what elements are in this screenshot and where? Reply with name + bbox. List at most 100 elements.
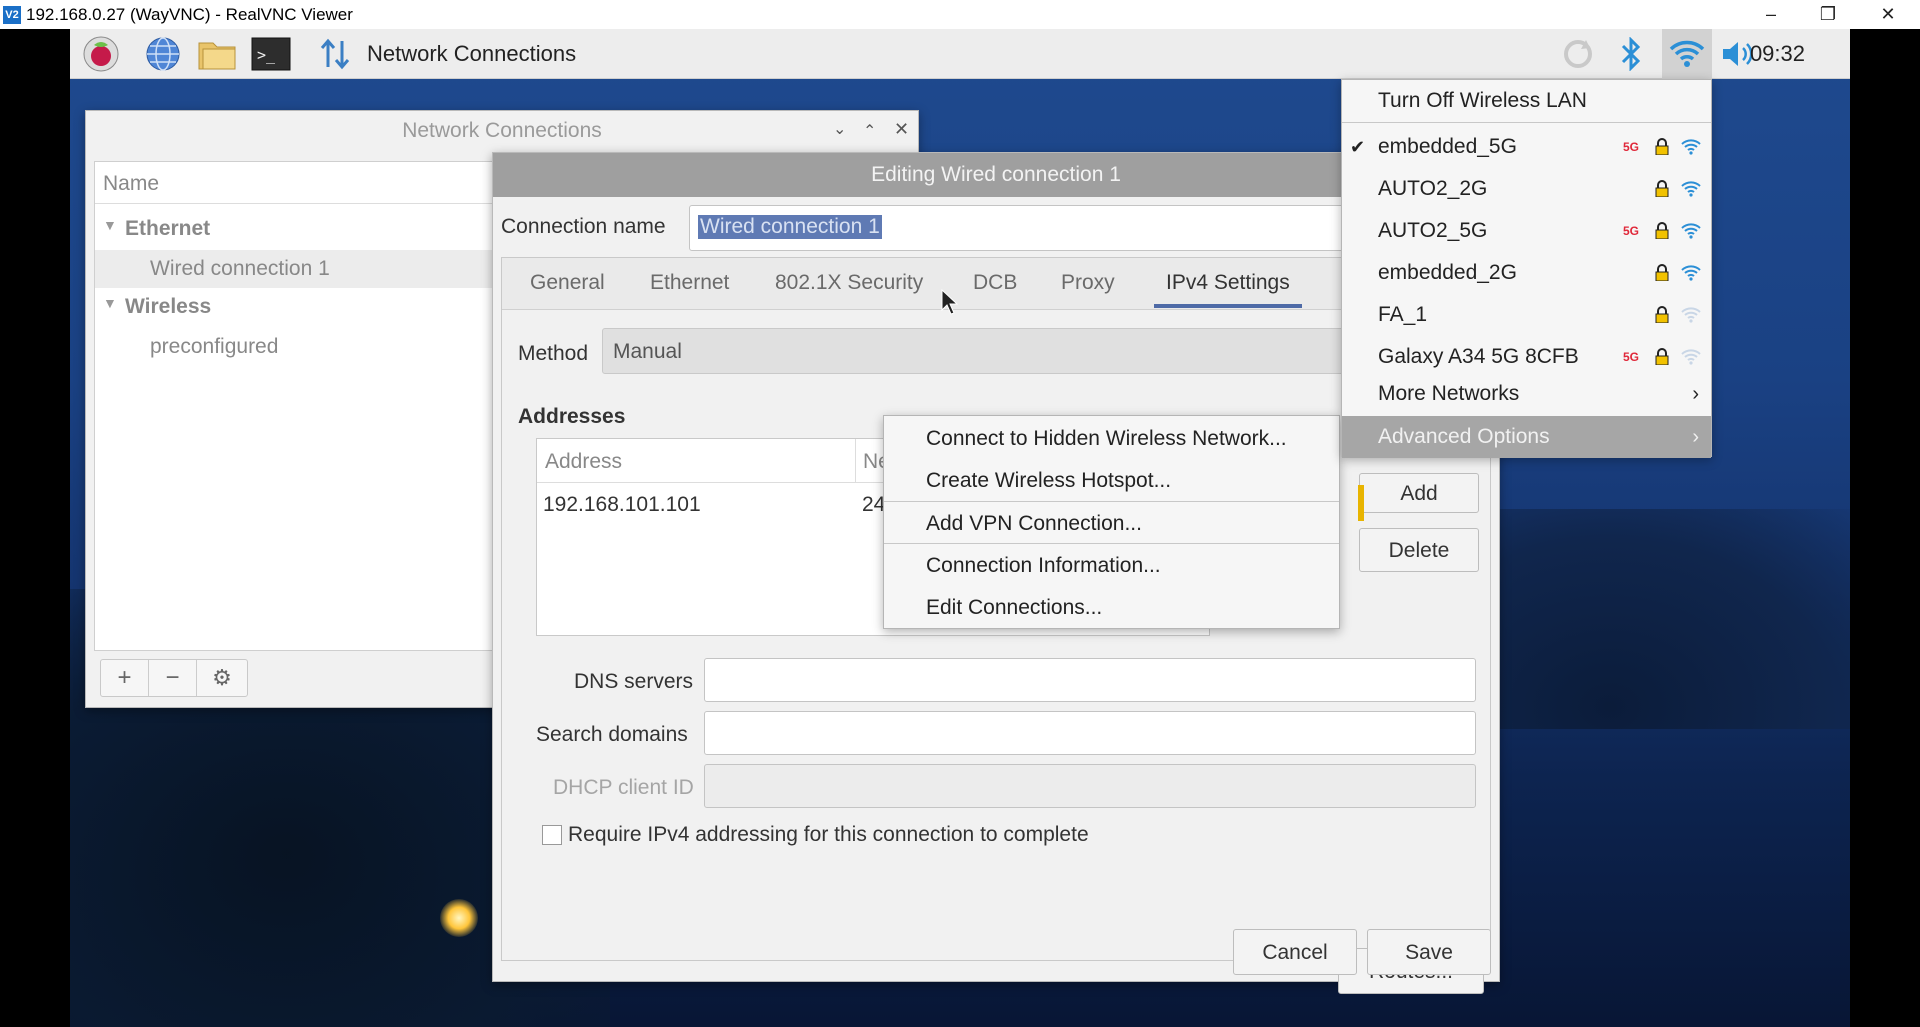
lock-icon xyxy=(1655,138,1669,155)
group-label: Wireless xyxy=(125,295,212,318)
tab-proxy[interactable]: Proxy xyxy=(1061,258,1115,308)
list-toolbar: + − ⚙ xyxy=(100,659,248,697)
network-item[interactable]: AUTO2_2G xyxy=(1342,168,1711,210)
more-networks-item[interactable]: More Networks › xyxy=(1342,373,1711,415)
wifi-signal-icon xyxy=(1681,307,1701,323)
chevron-up-icon[interactable]: ⌃ xyxy=(863,121,876,141)
dns-servers-field[interactable] xyxy=(704,658,1476,702)
turn-off-wifi-item[interactable]: Turn Off Wireless LAN xyxy=(1342,80,1711,122)
nc-window-title: Network Connections xyxy=(402,119,602,142)
name-column-header[interactable]: Name xyxy=(103,172,159,196)
connection-info-item[interactable]: Connection Information... xyxy=(884,545,1339,587)
wifi-signal-icon xyxy=(1681,181,1701,197)
lock-icon xyxy=(1655,306,1669,323)
tab-ethernet[interactable]: Ethernet xyxy=(650,258,729,308)
network-item[interactable]: Galaxy A34 5G 8CFB 5G xyxy=(1342,336,1711,378)
netmask-cell[interactable]: 24 xyxy=(862,493,885,517)
chevron-right-icon: › xyxy=(1692,426,1699,448)
cancel-button[interactable]: Cancel xyxy=(1233,929,1357,975)
address-cell[interactable]: 192.168.101.101 xyxy=(543,493,701,517)
remove-icon[interactable]: − xyxy=(149,660,197,696)
wifi-tray-icon[interactable] xyxy=(1662,29,1712,79)
wifi-menu: Turn Off Wireless LAN ✔ embedded_5G 5G AUTO… xyxy=(1341,79,1712,458)
file-manager-folder-icon[interactable] xyxy=(196,34,238,74)
taskbar: >_ Network Connections 09:32 xyxy=(70,29,1850,79)
gear-icon[interactable]: ⚙ xyxy=(197,660,247,696)
add-button-container: Add xyxy=(1359,473,1479,513)
bluetooth-icon[interactable] xyxy=(1610,34,1652,74)
create-hotspot-item[interactable]: Create Wireless Hotspot... xyxy=(884,460,1339,502)
wifi-signal-icon xyxy=(1681,265,1701,281)
lock-icon xyxy=(1655,222,1669,239)
band-badge: 5G xyxy=(1622,350,1639,364)
connection-name-label: Connection name xyxy=(501,215,666,238)
network-name: AUTO2_2G xyxy=(1378,177,1488,200)
search-domains-field[interactable] xyxy=(704,711,1476,755)
wifi-signal-icon xyxy=(1681,349,1701,365)
method-value: Manual xyxy=(613,340,682,363)
delete-button[interactable]: Delete xyxy=(1359,528,1479,572)
list-item-label: Wired connection 1 xyxy=(150,257,330,280)
taskbar-active-app-title[interactable]: Network Connections xyxy=(367,41,576,67)
advanced-options-label: Advanced Options xyxy=(1378,425,1550,448)
address-column-header[interactable]: Address xyxy=(545,450,622,474)
vnc-title-bar: V2 192.168.0.27 (WayVNC) - RealVNC Viewe… xyxy=(0,0,1920,29)
close-icon[interactable]: ✕ xyxy=(894,119,909,140)
dhcp-client-id-label: DHCP client ID xyxy=(553,776,694,799)
save-button[interactable]: Save xyxy=(1367,929,1491,975)
connection-name-value: Wired connection 1 xyxy=(698,215,882,239)
edit-connections-item[interactable]: Edit Connections... xyxy=(884,587,1339,629)
svg-text:>_: >_ xyxy=(257,46,276,64)
dns-servers-label: DNS servers xyxy=(574,670,694,693)
network-item[interactable]: ✔ embedded_5G 5G xyxy=(1342,126,1711,168)
yellow-marker xyxy=(1358,485,1364,521)
raspberry-menu-icon[interactable] xyxy=(80,34,122,74)
network-name: embedded_5G xyxy=(1378,135,1517,158)
minimize-icon[interactable]: – xyxy=(1743,0,1799,29)
lock-icon xyxy=(1655,264,1669,281)
checkmark-icon: ✔ xyxy=(1350,137,1366,157)
tab-ipv4-settings[interactable]: IPv4 Settings xyxy=(1154,258,1302,308)
network-name: embedded_2G xyxy=(1378,261,1517,284)
network-name: Galaxy A34 5G 8CFB xyxy=(1378,345,1579,368)
mouse-cursor-icon xyxy=(941,289,959,315)
updater-sync-icon[interactable] xyxy=(1557,34,1599,74)
tab-8021x-security[interactable]: 802.1X Security xyxy=(775,258,923,308)
require-ipv4-checkbox[interactable] xyxy=(542,825,562,845)
search-domains-label: Search domains xyxy=(536,723,688,746)
network-name: FA_1 xyxy=(1378,303,1428,326)
dhcp-client-id-field xyxy=(704,764,1476,808)
chevron-down-icon[interactable]: ⌄ xyxy=(833,119,846,139)
close-icon[interactable]: ✕ xyxy=(1860,0,1916,29)
add-button[interactable]: Add xyxy=(1359,473,1479,513)
network-name: AUTO2_5G xyxy=(1378,219,1488,242)
group-label: Ethernet xyxy=(125,217,211,240)
addresses-label: Addresses xyxy=(518,405,626,428)
add-vpn-item[interactable]: Add VPN Connection... xyxy=(884,503,1339,545)
more-networks-label: More Networks xyxy=(1378,382,1520,405)
lock-icon xyxy=(1655,180,1669,197)
network-item[interactable]: embedded_2G xyxy=(1342,252,1711,294)
restore-icon[interactable]: ❐ xyxy=(1800,0,1856,29)
vnc-window-title: 192.168.0.27 (WayVNC) - RealVNC Viewer xyxy=(26,5,353,24)
tab-dcb[interactable]: DCB xyxy=(973,258,1017,308)
method-label: Method xyxy=(518,342,589,365)
network-connections-arrows-icon[interactable] xyxy=(314,34,356,74)
add-icon[interactable]: + xyxy=(101,660,149,696)
lock-icon xyxy=(1655,348,1669,365)
clock[interactable]: 09:32 xyxy=(1750,41,1805,67)
band-badge: 5G xyxy=(1622,140,1639,154)
network-item[interactable]: FA_1 xyxy=(1342,294,1711,336)
expander-triangle-icon[interactable]: ▼ xyxy=(103,217,117,233)
tab-general[interactable]: General xyxy=(530,258,605,308)
advanced-options-item[interactable]: Advanced Options › xyxy=(1342,416,1711,458)
require-ipv4-label[interactable]: Require IPv4 addressing for this connect… xyxy=(568,823,1089,847)
realvnc-icon: V2 xyxy=(3,6,21,24)
connect-hidden-network-item[interactable]: Connect to Hidden Wireless Network... xyxy=(884,418,1339,460)
browser-globe-icon[interactable] xyxy=(142,34,184,74)
wifi-signal-icon xyxy=(1681,223,1701,239)
terminal-icon[interactable]: >_ xyxy=(250,34,292,74)
wifi-signal-icon xyxy=(1681,139,1701,155)
network-item[interactable]: AUTO2_5G 5G xyxy=(1342,210,1711,252)
expander-triangle-icon[interactable]: ▼ xyxy=(103,295,117,311)
